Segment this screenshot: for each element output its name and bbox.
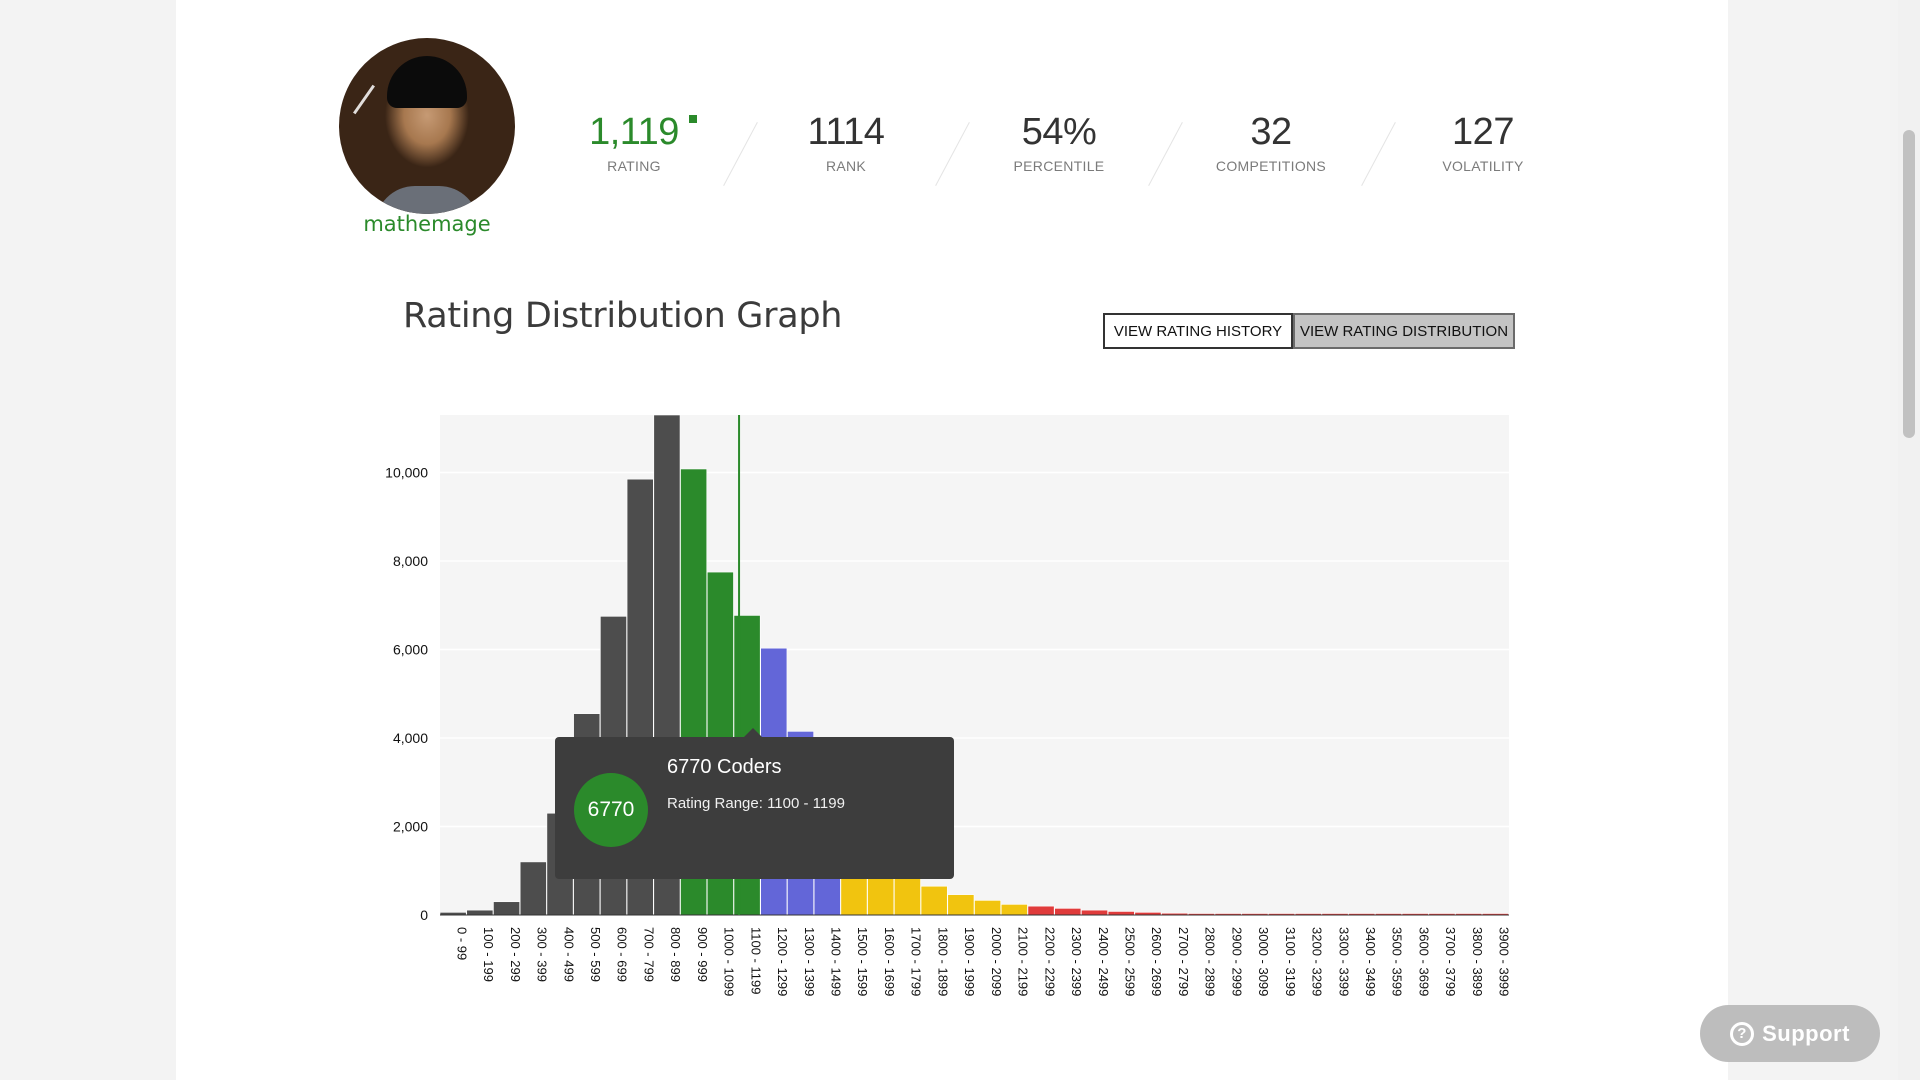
bar bbox=[519, 861, 547, 916]
x-tick-label: 2200 - 2299 bbox=[1042, 927, 1057, 996]
chart-tooltip: 6770 6770 Coders Rating Range: 1100 - 11… bbox=[555, 737, 954, 879]
x-tick-label: 700 - 799 bbox=[641, 927, 656, 982]
x-tick-label: 3500 - 3599 bbox=[1390, 927, 1405, 996]
x-tick-label: 500 - 599 bbox=[588, 927, 603, 982]
x-tick-label: 3900 - 3999 bbox=[1497, 927, 1512, 996]
x-tick-label: 3700 - 3799 bbox=[1443, 927, 1458, 996]
x-tick-label: 3800 - 3899 bbox=[1470, 927, 1485, 996]
stat-competitions: 32 COMPETITIONS bbox=[1186, 108, 1356, 174]
stat-rank: 1114 RANK bbox=[761, 108, 931, 174]
x-tick-label: 1100 - 1199 bbox=[748, 927, 763, 994]
x-tick-label: 1400 - 1499 bbox=[829, 927, 844, 996]
x-tick-label: 1900 - 1999 bbox=[962, 927, 977, 996]
x-tick-label: 2600 - 2699 bbox=[1149, 927, 1164, 996]
stat-volatility-label: VOLATILITY bbox=[1442, 158, 1524, 174]
x-tick-label: 2100 - 2199 bbox=[1016, 927, 1031, 996]
x-tick-label: 2500 - 2599 bbox=[1122, 927, 1137, 996]
bar bbox=[1054, 908, 1082, 916]
x-tick-label: 3200 - 3299 bbox=[1310, 927, 1325, 996]
x-tick-label: 2900 - 2999 bbox=[1229, 927, 1244, 996]
x-tick-label: 300 - 399 bbox=[535, 927, 550, 982]
stat-percentile: 54% PERCENTILE bbox=[974, 108, 1144, 174]
x-tick-label: 800 - 899 bbox=[668, 927, 683, 982]
bar bbox=[920, 885, 948, 916]
x-tick-label: 1500 - 1599 bbox=[855, 927, 870, 996]
stat-volatility: 127 VOLATILITY bbox=[1398, 108, 1568, 174]
tooltip-count-badge: 6770 bbox=[574, 773, 648, 847]
rating-distribution-chart: 0 2,000 4,000 6,000 8,000 10,000 0 - 99 100 - 1… bbox=[385, 414, 1512, 996]
username[interactable]: mathemage bbox=[339, 212, 515, 236]
stat-volatility-value: 127 bbox=[1452, 111, 1514, 153]
y-tick-label: 0 bbox=[420, 907, 428, 923]
bar bbox=[1027, 905, 1055, 916]
help-icon: ? bbox=[1730, 1021, 1755, 1046]
section-title: Rating Distribution Graph bbox=[403, 296, 843, 336]
y-tick-label: 6,000 bbox=[393, 642, 428, 658]
bar bbox=[947, 894, 975, 916]
x-tick-label: 1700 - 1799 bbox=[909, 927, 924, 996]
x-tick-label: 2300 - 2399 bbox=[1069, 927, 1084, 996]
avatar-shirt bbox=[375, 186, 479, 214]
y-tick-label: 2,000 bbox=[393, 819, 428, 835]
x-tick-label: 2800 - 2899 bbox=[1203, 927, 1218, 996]
y-tick-label: 10,000 bbox=[385, 465, 428, 481]
x-tick-label: 2000 - 2099 bbox=[989, 927, 1004, 996]
avatar[interactable] bbox=[339, 38, 515, 214]
x-tick-label: 1200 - 1299 bbox=[775, 927, 790, 996]
bar bbox=[1107, 911, 1135, 916]
support-label: Support bbox=[1762, 1020, 1850, 1046]
x-tick-label: 1800 - 1899 bbox=[935, 927, 950, 996]
y-tick-label: 4,000 bbox=[393, 730, 428, 746]
avatar-hair bbox=[387, 56, 467, 108]
x-tick-label: 1600 - 1699 bbox=[882, 927, 897, 996]
stat-rank-label: RANK bbox=[825, 158, 867, 174]
x-tick-label: 3600 - 3699 bbox=[1416, 927, 1431, 996]
x-tick-label: 2700 - 2799 bbox=[1176, 927, 1191, 996]
view-rating-history-button[interactable]: VIEW RATING HISTORY bbox=[1103, 313, 1293, 349]
bar bbox=[493, 901, 520, 916]
bar bbox=[466, 909, 494, 916]
tooltip-title: 6770 Coders bbox=[667, 756, 782, 778]
bar bbox=[974, 900, 1002, 916]
stat-competitions-value: 32 bbox=[1250, 111, 1292, 153]
scrollbar-thumb[interactable] bbox=[1903, 130, 1915, 438]
bar bbox=[1000, 904, 1028, 916]
y-tick-label: 8,000 bbox=[393, 553, 428, 569]
tooltip-range: Rating Range: 1100 - 1199 bbox=[667, 795, 845, 812]
bar bbox=[894, 874, 921, 916]
x-tick-label: 3100 - 3199 bbox=[1283, 927, 1298, 996]
tooltip-arrow bbox=[744, 728, 762, 737]
scrollbar-track[interactable] bbox=[1898, 0, 1920, 1080]
x-tick-label: 400 - 499 bbox=[561, 927, 576, 982]
x-tick-label: 900 - 999 bbox=[695, 927, 710, 982]
avatar-glint bbox=[353, 84, 375, 115]
x-tick-label: 200 - 299 bbox=[508, 927, 523, 982]
x-tick-label: 600 - 699 bbox=[615, 927, 630, 982]
x-tick-label: 0 - 99 bbox=[454, 927, 469, 960]
x-tick-label: 1300 - 1399 bbox=[802, 927, 817, 996]
stat-competitions-label: COMPETITIONS bbox=[1215, 158, 1327, 174]
bar bbox=[1081, 909, 1108, 916]
stat-percentile-value: 54% bbox=[1021, 111, 1097, 153]
x-tick-label: 2400 - 2499 bbox=[1096, 927, 1111, 996]
x-tick-label: 3400 - 3499 bbox=[1363, 927, 1378, 996]
stat-rank-value: 1114 bbox=[807, 111, 885, 153]
stat-percentile-label: PERCENTILE bbox=[1013, 158, 1105, 174]
support-button[interactable]: ? Support bbox=[1700, 1005, 1880, 1062]
x-tick-label: 100 - 199 bbox=[481, 927, 496, 982]
x-tick-label: 3000 - 3099 bbox=[1256, 927, 1271, 996]
x-tick-label: 3300 - 3399 bbox=[1336, 927, 1351, 996]
rating-color-dot bbox=[689, 115, 697, 123]
stat-rating-label: RATING bbox=[607, 158, 661, 174]
x-tick-label: 1000 - 1099 bbox=[722, 927, 737, 996]
view-rating-distribution-button[interactable]: VIEW RATING DISTRIBUTION bbox=[1293, 313, 1515, 349]
